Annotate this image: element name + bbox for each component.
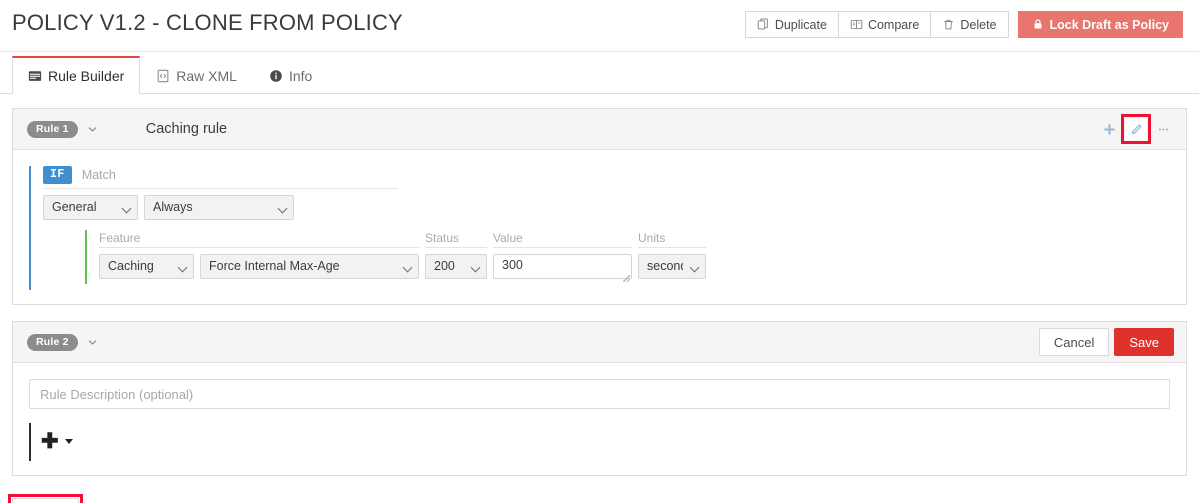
tab-raw-xml[interactable]: Raw XML: [140, 56, 253, 94]
condition-selects: General Always: [43, 195, 1170, 220]
condition-operator-select[interactable]: Always: [144, 195, 294, 220]
units-select-wrap: seconds: [638, 254, 706, 279]
window-list-icon: [28, 69, 42, 83]
tab-raw-xml-label: Raw XML: [176, 67, 237, 84]
duplicate-button[interactable]: Duplicate: [744, 11, 839, 38]
rule-2-edit-actions: Cancel Save: [1038, 328, 1174, 356]
rule-1-actions: [1098, 114, 1174, 144]
operator-select-wrap: Always: [144, 195, 294, 220]
tab-rule-builder-label: Rule Builder: [48, 67, 125, 84]
feature-field-row: Caching Force Internal Max-Age 200 300 s…: [99, 254, 1170, 284]
rule-2-body: ✚: [13, 363, 1186, 475]
plus-icon[interactable]: [1098, 118, 1120, 140]
compare-button-label: Compare: [867, 17, 920, 32]
rules-footer: ✚ Rule: [0, 492, 1199, 503]
feature-select-wrap: Caching: [99, 254, 194, 279]
compare-icon: [850, 18, 863, 31]
rule-description-input[interactable]: [29, 379, 1170, 409]
info-circle-icon: [269, 69, 283, 83]
value-label: Value: [493, 231, 632, 248]
status-label: Status: [425, 231, 487, 248]
action-select-wrap: Force Internal Max-Age: [200, 254, 419, 279]
if-condition-block: IF Match General Always Feature Status V…: [29, 166, 1170, 290]
lock-draft-as-policy-button[interactable]: Lock Draft as Policy: [1017, 11, 1183, 38]
feature-action-block: Feature Status Value Units Caching Force…: [85, 230, 1170, 284]
lock-icon: [1032, 18, 1045, 31]
condition-scope-select[interactable]: General: [43, 195, 138, 220]
match-label: Match: [81, 168, 116, 182]
caret-down-icon[interactable]: [64, 438, 73, 444]
rule-2-add-block: ✚: [29, 423, 1170, 461]
units-select[interactable]: seconds: [638, 254, 706, 279]
rules-container: Rule 1 Caching rule IF Match General Alw…: [0, 94, 1199, 476]
rule-1-badge: Rule 1: [27, 120, 78, 138]
rule-1-header: Rule 1 Caching rule: [13, 109, 1186, 150]
header-actions: Duplicate Compare Delete Lock Draft as P…: [744, 11, 1183, 38]
add-rule-button[interactable]: ✚ Rule: [12, 498, 80, 503]
rule-2-header: Rule 2 Cancel Save: [13, 322, 1186, 363]
trash-icon: [942, 18, 955, 31]
tab-info-label: Info: [288, 67, 313, 84]
rule-2-collapse-toggle[interactable]: [87, 337, 98, 348]
save-button[interactable]: Save: [1114, 328, 1174, 356]
if-row: IF Match: [43, 166, 398, 189]
rule-1-body: IF Match General Always Feature Status V…: [13, 150, 1186, 304]
duplicate-button-label: Duplicate: [774, 17, 827, 32]
tab-rule-builder[interactable]: Rule Builder: [12, 56, 141, 94]
feature-select[interactable]: Caching: [99, 254, 194, 279]
code-file-icon: [156, 69, 170, 83]
page-title: POLICY V1.2 - CLONE FROM POLICY: [12, 10, 403, 35]
feature-action-select[interactable]: Force Internal Max-Age: [200, 254, 419, 279]
tab-bar: Rule Builder Raw XML Info: [0, 52, 1199, 94]
delete-button[interactable]: Delete: [931, 11, 1009, 38]
status-select[interactable]: 200: [425, 254, 487, 279]
if-badge: IF: [43, 166, 72, 184]
rule-1-collapse-toggle[interactable]: [87, 124, 98, 135]
add-rule-annotation: ✚ Rule: [7, 494, 84, 503]
rule-2-badge: Rule 2: [27, 333, 78, 351]
lock-draft-as-policy-label: Lock Draft as Policy: [1049, 17, 1170, 32]
page-header: POLICY V1.2 - CLONE FROM POLICY Duplicat…: [0, 0, 1199, 52]
rule-1-name: Caching rule: [145, 121, 228, 137]
value-textarea-wrap: 300: [493, 254, 632, 284]
feature-field-labels: Feature Status Value Units: [99, 230, 1170, 248]
status-select-wrap: 200: [425, 254, 487, 279]
tab-info[interactable]: Info: [253, 56, 328, 94]
plus-icon[interactable]: ✚: [41, 431, 59, 452]
copy-icon: [757, 18, 770, 31]
pencil-edit-icon[interactable]: [1121, 114, 1151, 144]
scope-select-wrap: General: [43, 195, 138, 220]
rule-card-2: Rule 2 Cancel Save ✚: [12, 321, 1187, 476]
units-label: Units: [638, 231, 706, 248]
rule-card-1: Rule 1 Caching rule IF Match General Alw…: [12, 108, 1187, 305]
cancel-button[interactable]: Cancel: [1038, 328, 1110, 356]
ellipsis-icon[interactable]: [1152, 118, 1174, 140]
compare-button[interactable]: Compare: [838, 11, 932, 38]
feature-label: Feature: [99, 231, 419, 248]
value-textarea[interactable]: 300: [493, 254, 632, 279]
delete-button-label: Delete: [960, 17, 997, 32]
